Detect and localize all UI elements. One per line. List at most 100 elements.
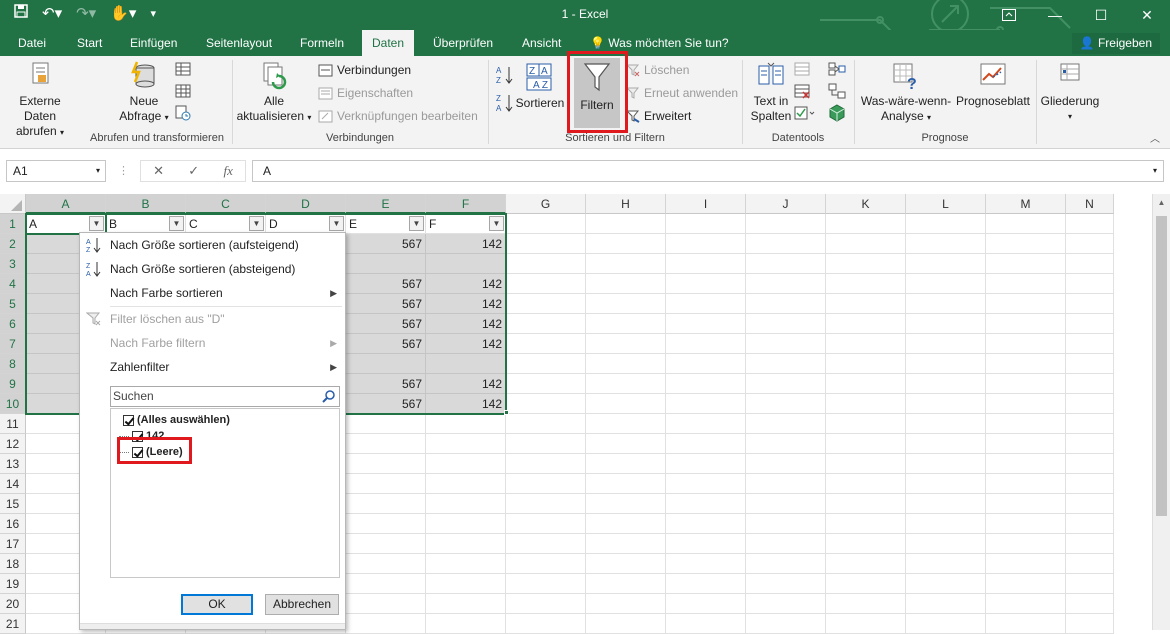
- select-all-corner[interactable]: [0, 194, 26, 214]
- cell-m10[interactable]: [986, 394, 1066, 414]
- row-header-6[interactable]: 6: [0, 314, 26, 334]
- cell-h18[interactable]: [586, 554, 666, 574]
- relationships-button[interactable]: [828, 82, 846, 100]
- cell-n7[interactable]: [1066, 334, 1114, 354]
- cell-g2[interactable]: [506, 234, 586, 254]
- row-header-17[interactable]: 17: [0, 534, 26, 554]
- cell-m12[interactable]: [986, 434, 1066, 454]
- ok-button[interactable]: OK: [181, 594, 253, 615]
- cell-i15[interactable]: [666, 494, 746, 514]
- tab-daten[interactable]: Daten: [362, 30, 415, 56]
- cell-k11[interactable]: [826, 414, 906, 434]
- column-header-m[interactable]: M: [986, 194, 1066, 214]
- cell-n17[interactable]: [1066, 534, 1114, 554]
- tab-seitenlayout[interactable]: Seitenlayout: [196, 30, 282, 56]
- filter-search-input[interactable]: Suchen: [110, 386, 340, 407]
- cell-n1[interactable]: [1066, 214, 1114, 234]
- cell-f15[interactable]: [426, 494, 506, 514]
- clear-filter-button[interactable]: Löschen: [626, 61, 689, 79]
- cell-l16[interactable]: [906, 514, 986, 534]
- cell-g8[interactable]: [506, 354, 586, 374]
- cell-f18[interactable]: [426, 554, 506, 574]
- cell-i1[interactable]: [666, 214, 746, 234]
- cell-n9[interactable]: [1066, 374, 1114, 394]
- cell-i3[interactable]: [666, 254, 746, 274]
- close-icon[interactable]: ✕: [1124, 0, 1170, 30]
- cell-n19[interactable]: [1066, 574, 1114, 594]
- cell-j16[interactable]: [746, 514, 826, 534]
- cell-g11[interactable]: [506, 414, 586, 434]
- cell-h17[interactable]: [586, 534, 666, 554]
- tab-formeln[interactable]: Formeln: [290, 30, 354, 56]
- cell-i11[interactable]: [666, 414, 746, 434]
- cell-i13[interactable]: [666, 454, 746, 474]
- cell-l5[interactable]: [906, 294, 986, 314]
- from-table-button[interactable]: [175, 82, 191, 100]
- cell-g21[interactable]: [506, 614, 586, 634]
- cell-n3[interactable]: [1066, 254, 1114, 274]
- row-header-2[interactable]: 2: [0, 234, 26, 254]
- advanced-filter-button[interactable]: Erweitert: [626, 107, 691, 125]
- cell-g1[interactable]: [506, 214, 586, 234]
- cell-h21[interactable]: [586, 614, 666, 634]
- refresh-all-button[interactable]: Alle aktualisieren ▾: [234, 60, 314, 125]
- list-item-select-all[interactable]: (Alles auswählen): [123, 412, 230, 428]
- show-queries-button[interactable]: [175, 60, 191, 78]
- cell-k8[interactable]: [826, 354, 906, 374]
- cell-j8[interactable]: [746, 354, 826, 374]
- connections-button[interactable]: Verbindungen: [318, 61, 411, 79]
- cell-k18[interactable]: [826, 554, 906, 574]
- column-header-h[interactable]: H: [586, 194, 666, 214]
- cell-k19[interactable]: [826, 574, 906, 594]
- cell-g4[interactable]: [506, 274, 586, 294]
- cell-f13[interactable]: [426, 454, 506, 474]
- cell-i10[interactable]: [666, 394, 746, 414]
- cell-l11[interactable]: [906, 414, 986, 434]
- cancel-button[interactable]: Abbrechen: [265, 594, 339, 615]
- tab-start[interactable]: Start: [67, 30, 112, 56]
- cell-k17[interactable]: [826, 534, 906, 554]
- cell-m13[interactable]: [986, 454, 1066, 474]
- menu-sort-ascending[interactable]: AZ Nach Größe sortieren (aufsteigend): [80, 234, 345, 256]
- cell-f17[interactable]: [426, 534, 506, 554]
- cell-j15[interactable]: [746, 494, 826, 514]
- flash-fill-button[interactable]: [794, 60, 810, 78]
- cell-e19[interactable]: [346, 574, 426, 594]
- row-header-8[interactable]: 8: [0, 354, 26, 374]
- row-header-5[interactable]: 5: [0, 294, 26, 314]
- cell-j20[interactable]: [746, 594, 826, 614]
- cell-i19[interactable]: [666, 574, 746, 594]
- cell-j17[interactable]: [746, 534, 826, 554]
- cell-l13[interactable]: [906, 454, 986, 474]
- text-to-columns-button[interactable]: Text in Spalten: [748, 60, 794, 124]
- cell-i20[interactable]: [666, 594, 746, 614]
- cell-m3[interactable]: [986, 254, 1066, 274]
- cell-m15[interactable]: [986, 494, 1066, 514]
- cell-h15[interactable]: [586, 494, 666, 514]
- row-header-14[interactable]: 14: [0, 474, 26, 494]
- cell-k12[interactable]: [826, 434, 906, 454]
- what-if-analysis-button[interactable]: ? Was-wäre-wenn- Analyse ▾: [858, 60, 954, 125]
- column-header-n[interactable]: N: [1066, 194, 1114, 214]
- cell-l3[interactable]: [906, 254, 986, 274]
- new-query-button[interactable]: Neue Abfrage ▾: [112, 60, 176, 125]
- row-header-10[interactable]: 10: [0, 394, 26, 414]
- cell-i17[interactable]: [666, 534, 746, 554]
- fill-handle[interactable]: [504, 410, 509, 415]
- insert-function-icon[interactable]: fx: [223, 163, 232, 179]
- sort-button[interactable]: ZA A Z Sortieren: [514, 62, 566, 111]
- cell-g7[interactable]: [506, 334, 586, 354]
- cell-g13[interactable]: [506, 454, 586, 474]
- remove-duplicates-button[interactable]: [794, 82, 810, 100]
- cell-j13[interactable]: [746, 454, 826, 474]
- column-header-l[interactable]: L: [906, 194, 986, 214]
- cell-i2[interactable]: [666, 234, 746, 254]
- cell-e21[interactable]: [346, 614, 426, 634]
- cell-e18[interactable]: [346, 554, 426, 574]
- cell-l20[interactable]: [906, 594, 986, 614]
- cell-h20[interactable]: [586, 594, 666, 614]
- maximize-icon[interactable]: ☐: [1078, 0, 1124, 30]
- cell-n11[interactable]: [1066, 414, 1114, 434]
- cell-m1[interactable]: [986, 214, 1066, 234]
- cell-h8[interactable]: [586, 354, 666, 374]
